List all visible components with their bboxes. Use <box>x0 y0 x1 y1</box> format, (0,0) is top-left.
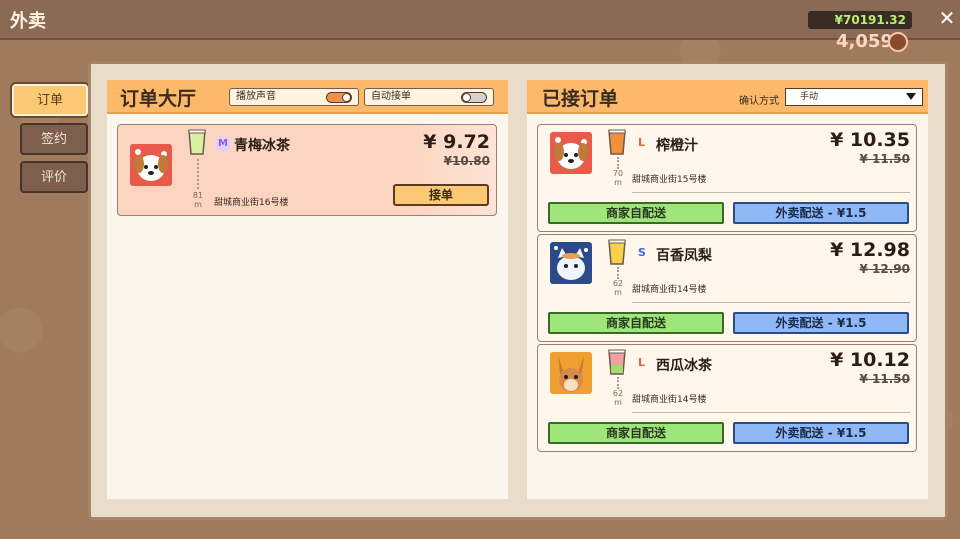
tab-reviews[interactable]: 评价 <box>20 161 88 193</box>
auto-accept-switch[interactable] <box>461 92 487 103</box>
distance-dots <box>197 159 199 189</box>
distance-dots <box>617 157 619 169</box>
drink-cup-icon <box>608 239 626 265</box>
divider <box>632 192 910 193</box>
accepted-orders-title: 已接订单 <box>542 88 619 110</box>
old-price: ¥ 11.50 <box>859 152 910 166</box>
confirm-method-label: 确认方式 <box>739 96 779 107</box>
accepted-orders-header: 已接订单 确认方式 手动 <box>527 80 928 114</box>
money-display: ¥70191.32 <box>808 11 912 29</box>
self-delivery-button[interactable]: 商家自配送 <box>548 202 724 224</box>
distance-label: 70 m <box>612 169 624 187</box>
switch-knob <box>462 93 471 102</box>
app-title: 外卖 <box>10 11 46 32</box>
kangaroo-icon <box>550 352 592 394</box>
play-sound-switch[interactable] <box>326 92 352 103</box>
accepted-order-card: 70 m L 榨橙汁 ¥ 10.35 ¥ 11.50 甜城商业街15号楼 商家自配… <box>537 124 917 232</box>
self-delivery-button[interactable]: 商家自配送 <box>548 312 724 334</box>
distance-label: 81 m <box>192 191 204 209</box>
coin-icon <box>888 32 908 52</box>
cat-icon <box>550 242 592 284</box>
dog-icon <box>550 132 592 174</box>
price: ¥ 10.12 <box>830 349 910 371</box>
drink-cup-icon <box>608 129 626 155</box>
chevron-down-icon <box>906 93 916 100</box>
accepted-order-card: 62 m L 西瓜冰茶 ¥ 10.12 ¥ 11.50 甜城商业街14号楼 商家自… <box>537 344 917 452</box>
old-price: ¥ 11.50 <box>859 372 910 386</box>
courier-delivery-button[interactable]: 外卖配送 - ¥1.5 <box>733 422 909 444</box>
play-sound-toggle[interactable]: 播放声音 <box>229 88 359 106</box>
top-bar: 外卖 ¥70191.32 ✕ <box>0 0 960 40</box>
tab-contracts[interactable]: 签约 <box>20 123 88 155</box>
dog-icon <box>130 144 172 186</box>
distance-label: 62 m <box>612 389 624 407</box>
divider <box>632 302 910 303</box>
price: ¥ 9.72 <box>423 131 490 153</box>
drink-name: 青梅冰茶 <box>234 138 290 154</box>
drink-cup-icon <box>188 129 206 155</box>
old-price: ¥ 12.90 <box>859 262 910 276</box>
price: ¥ 10.35 <box>830 129 910 151</box>
accept-order-button[interactable]: 接单 <box>393 184 489 206</box>
courier-delivery-button[interactable]: 外卖配送 - ¥1.5 <box>733 202 909 224</box>
size-badge: L <box>638 136 646 149</box>
drink-name: 榨橙汁 <box>656 138 698 154</box>
auto-accept-label: 自动接单 <box>371 91 411 102</box>
size-badge: M <box>216 137 230 151</box>
address: 甜城商业街16号楼 <box>214 198 289 208</box>
size-badge: L <box>638 356 646 369</box>
order-hall-title: 订单大厅 <box>120 88 197 110</box>
divider <box>632 412 910 413</box>
auto-accept-toggle[interactable]: 自动接单 <box>364 88 494 106</box>
switch-knob <box>342 93 351 102</box>
close-button[interactable]: ✕ <box>936 7 958 29</box>
order-hall-header: 订单大厅 播放声音 自动接单 <box>107 80 508 114</box>
play-sound-label: 播放声音 <box>236 91 276 102</box>
size-badge: S <box>638 246 646 259</box>
drink-cup-icon <box>608 349 626 375</box>
address: 甜城商业街14号楼 <box>632 285 707 295</box>
address: 甜城商业街15号楼 <box>632 175 707 185</box>
hall-order-card[interactable]: 81 m M 青梅冰茶 ¥ 9.72 ¥10.80 甜城商业街16号楼 接单 <box>117 124 497 216</box>
coin-count: 4,059 <box>836 31 893 52</box>
accepted-order-card: 62 m S 百香凤梨 ¥ 12.98 ¥ 12.90 甜城商业街14号楼 商家自… <box>537 234 917 342</box>
distance-label: 62 m <box>612 279 624 297</box>
old-price: ¥10.80 <box>443 154 490 168</box>
confirm-method-value: 手动 <box>800 92 819 102</box>
price: ¥ 12.98 <box>830 239 910 261</box>
self-delivery-button[interactable]: 商家自配送 <box>548 422 724 444</box>
distance-dots <box>617 377 619 389</box>
courier-delivery-button[interactable]: 外卖配送 - ¥1.5 <box>733 312 909 334</box>
drink-name: 西瓜冰茶 <box>656 358 712 374</box>
address: 甜城商业街14号楼 <box>632 395 707 405</box>
distance-dots <box>617 267 619 279</box>
drink-name: 百香凤梨 <box>656 248 712 264</box>
tab-orders[interactable]: 订单 <box>12 84 88 116</box>
confirm-method-select[interactable]: 手动 <box>785 88 923 106</box>
